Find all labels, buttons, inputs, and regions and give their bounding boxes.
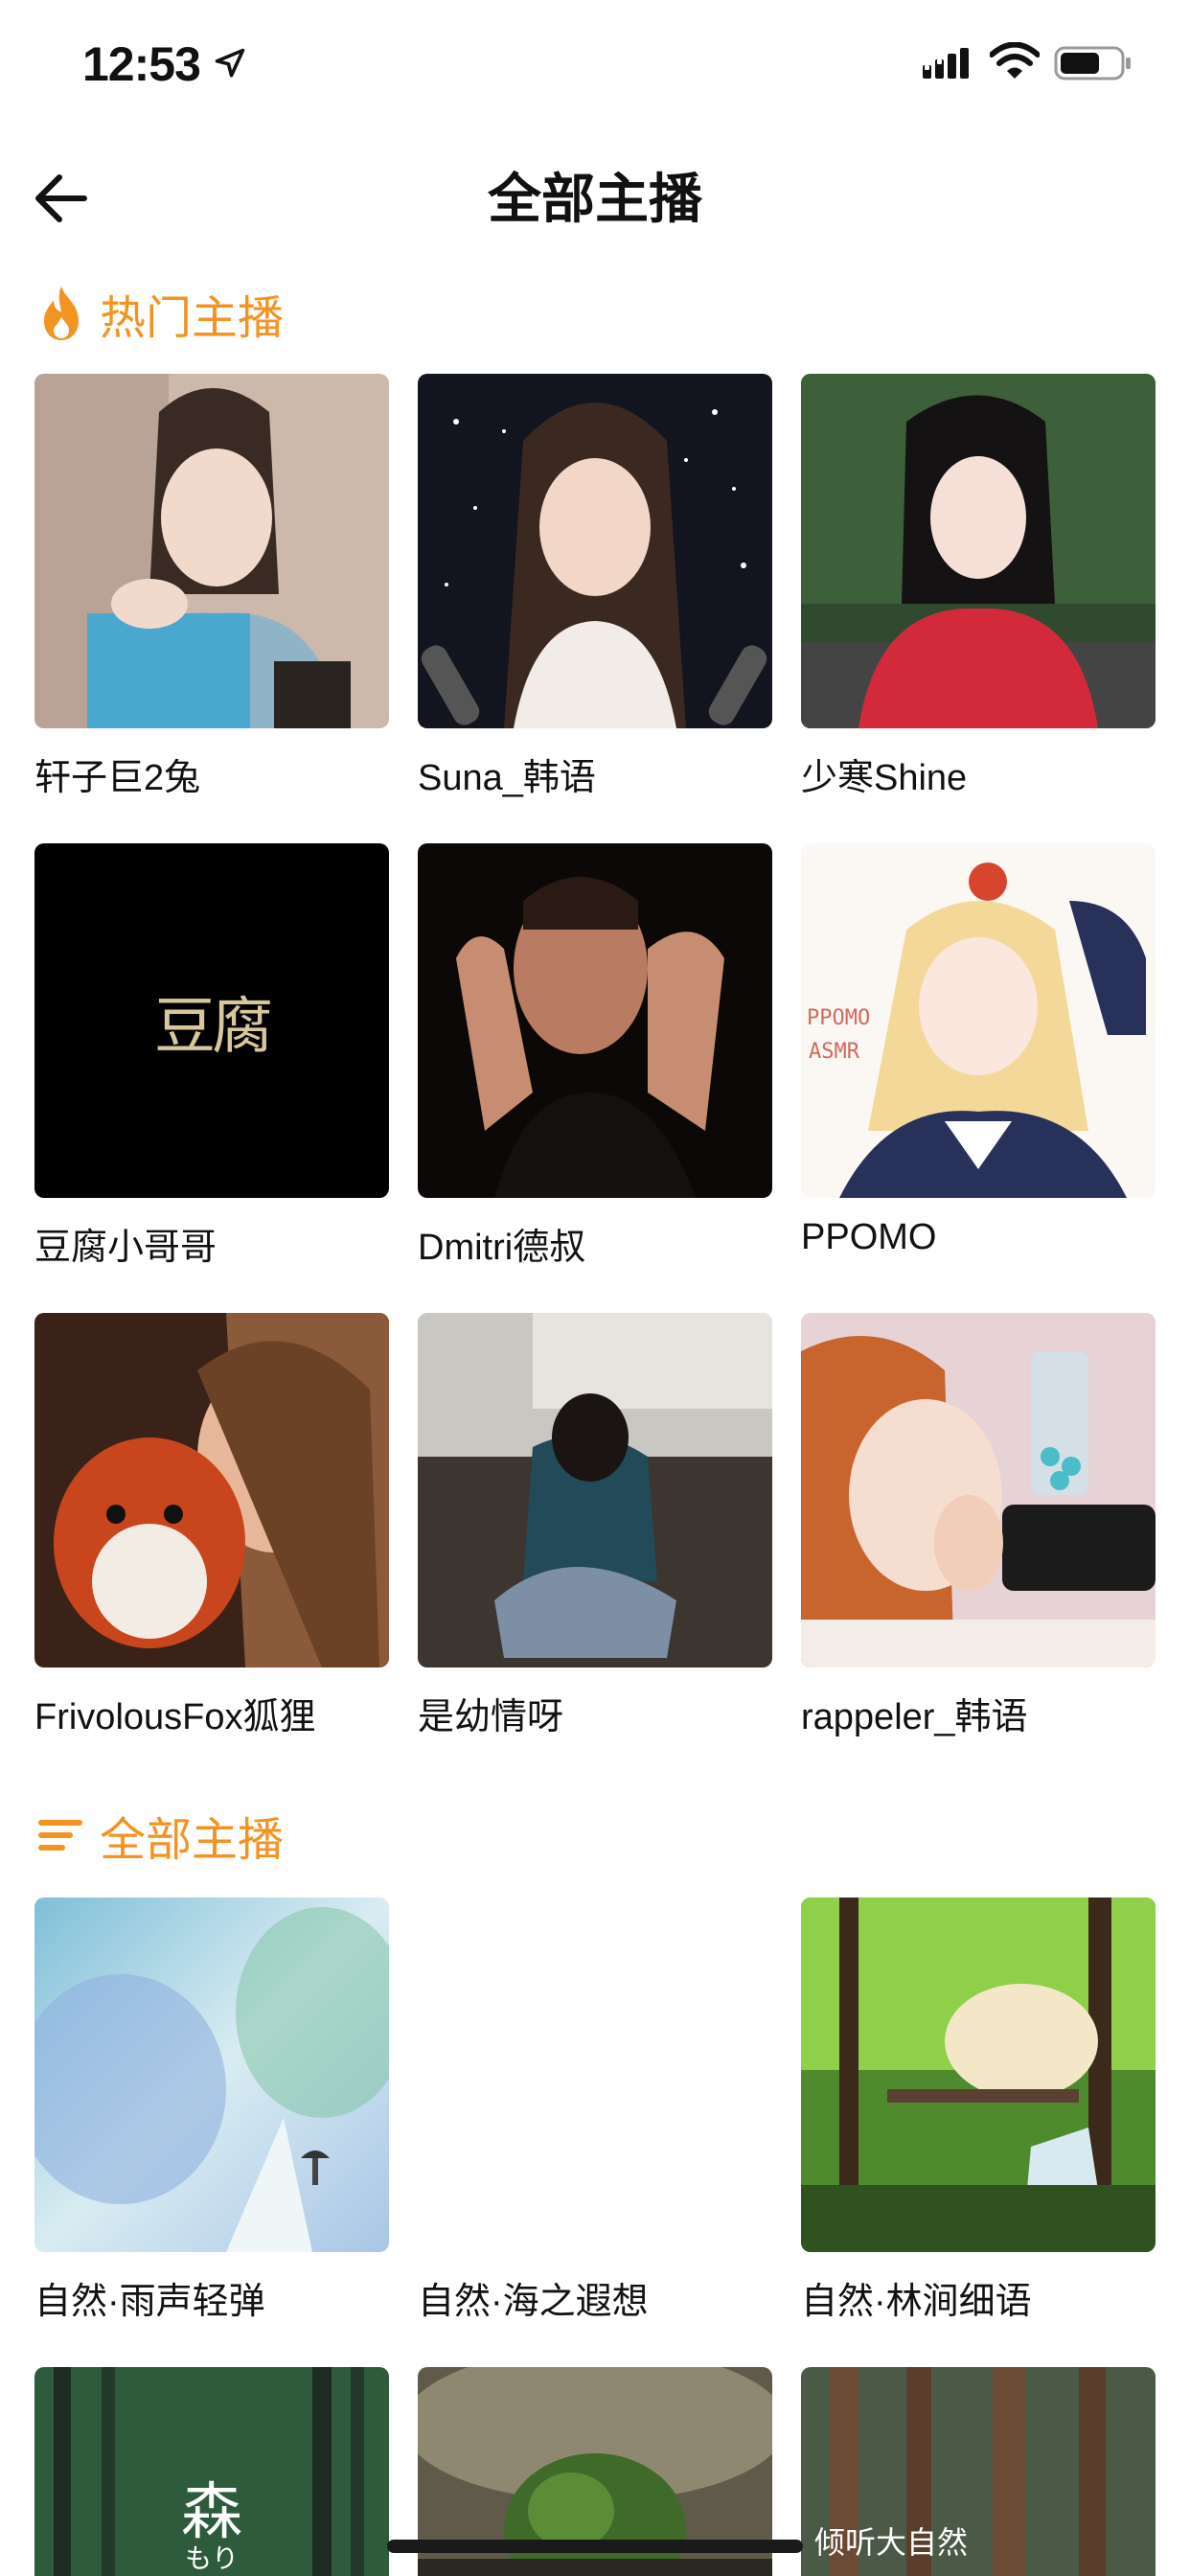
cellular-signal-icon — [923, 48, 969, 79]
sound-thumbnail[interactable] — [418, 1898, 772, 2252]
all-section-title: 全部主播 — [100, 1815, 285, 1866]
streamer-name: 少寒Shine — [801, 758, 968, 798]
streamer-thumbnail[interactable]: PPOMO ASMR — [801, 843, 1156, 1198]
home-indicator[interactable] — [387, 2540, 803, 2553]
sound-name: 自然·海之遐想 — [418, 2282, 649, 2322]
sound-thumbnail[interactable] — [34, 1898, 389, 2252]
streamer-name: FrivolousFox狐狸 — [34, 1697, 316, 1737]
streamer-card[interactable]: PPOMO ASMR PPOMO — [801, 843, 1156, 1258]
list-icon — [38, 1820, 82, 1851]
streamer-name: 轩子巨2兔 — [34, 758, 201, 798]
forest-kana: もり — [184, 2543, 239, 2573]
hot-section-header: 热门主播 — [36, 280, 284, 347]
sound-card[interactable]: 自然·林涧细语 — [801, 1898, 1156, 2324]
streamer-name: 是幼情呀 — [418, 1697, 564, 1737]
sound-card[interactable]: 倾听大自然 — [801, 2367, 1156, 2576]
location-arrow-icon — [215, 48, 245, 78]
streamer-card[interactable]: Suna_韩语 — [418, 374, 772, 800]
streamer-name: rappeler_韩语 — [801, 1697, 1028, 1737]
streamer-card[interactable]: 是幼情呀 — [418, 1313, 772, 1739]
sound-thumbnail[interactable]: 森 もり — [34, 2367, 389, 2576]
battery-icon — [1054, 46, 1131, 80]
streamer-thumbnail[interactable] — [34, 374, 389, 728]
sound-card[interactable]: 自然·雨声轻弹 — [34, 1898, 389, 2324]
dofo-logo: 豆腐 — [154, 992, 273, 1063]
streamer-card[interactable]: 豆腐 豆腐小哥哥 — [34, 843, 389, 1270]
sound-card[interactable]: 自然·海之遐想 — [418, 1898, 772, 2324]
streamer-name: 豆腐小哥哥 — [34, 1228, 217, 1268]
streamer-name: Dmitri德叔 — [418, 1228, 586, 1268]
hot-section-title: 热门主播 — [100, 293, 285, 344]
streamer-card[interactable]: 轩子巨2兔 — [34, 374, 389, 800]
streamer-thumbnail[interactable] — [418, 1313, 772, 1668]
streamer-thumbnail[interactable] — [418, 374, 772, 728]
streamer-card[interactable]: 少寒Shine — [801, 374, 1156, 800]
sound-thumbnail[interactable]: 倾听大自然 — [801, 2367, 1156, 2576]
listen-nature-text: 倾听大自然 — [814, 2524, 969, 2561]
status-bar: 12:53 — [0, 0, 1190, 129]
status-time: 12:53 — [82, 37, 201, 91]
sound-thumbnail[interactable] — [801, 1898, 1156, 2252]
streamer-name: PPOMO — [801, 1217, 937, 1257]
streamer-card[interactable]: Dmitri德叔 — [418, 843, 772, 1270]
streamer-card[interactable]: FrivolousFox狐狸 — [34, 1313, 389, 1739]
all-section-header: 全部主播 — [36, 1802, 284, 1869]
page-title: 全部主播 — [488, 169, 702, 229]
sound-name: 自然·雨声轻弹 — [34, 2282, 265, 2322]
navigation-bar: 全部主播 — [0, 129, 1190, 254]
sound-name: 自然·林涧细语 — [801, 2282, 1032, 2322]
streamer-thumbnail[interactable]: 豆腐 — [34, 843, 389, 1198]
art-text-ppomo: PPOMO — [807, 1006, 871, 1030]
wifi-icon — [990, 42, 1040, 79]
streamer-card[interactable]: rappeler_韩语 — [801, 1313, 1156, 1739]
streamer-thumbnail[interactable] — [801, 1313, 1156, 1668]
streamer-name: Suna_韩语 — [418, 758, 596, 798]
fire-icon — [44, 287, 79, 340]
art-text-asmr: ASMR — [809, 1040, 859, 1064]
sound-card[interactable]: 森 もり — [34, 2367, 389, 2576]
streamer-thumbnail[interactable] — [34, 1313, 389, 1668]
streamer-thumbnail[interactable] — [418, 843, 772, 1198]
streamer-thumbnail[interactable] — [801, 374, 1156, 728]
